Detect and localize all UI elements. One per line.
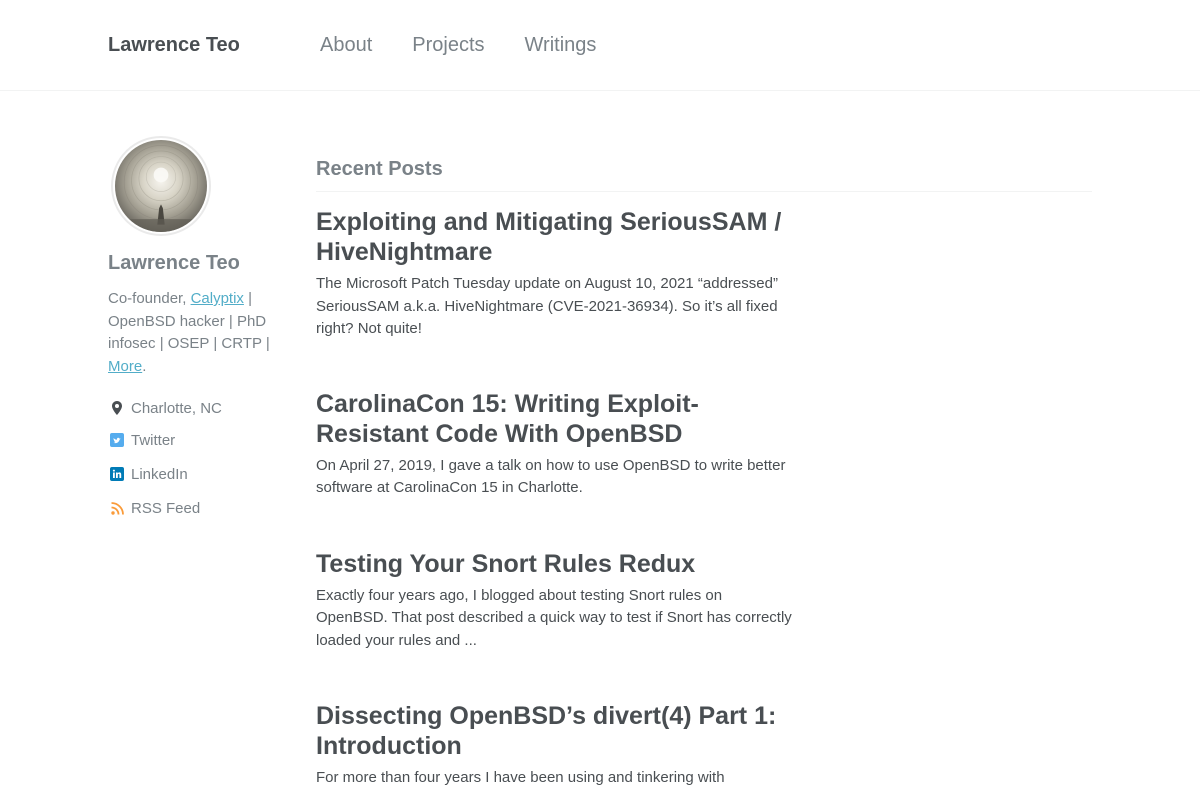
post-title-link[interactable]: Testing Your Snort Rules Redux (316, 550, 695, 578)
post-title: Testing Your Snort Rules Redux (316, 549, 796, 579)
avatar (111, 136, 211, 236)
author-bio: Co-founder, Calyptix | OpenBSD hacker | … (108, 288, 278, 378)
more-link[interactable]: More (108, 358, 142, 375)
rss-feed-link[interactable]: RSS Feed (131, 500, 200, 517)
post-item: Dissecting OpenBSD’s divert(4) Part 1: I… (316, 701, 796, 790)
linkedin-item[interactable]: LinkedIn (108, 464, 278, 484)
twitter-icon (108, 432, 126, 448)
nav-writings[interactable]: Writings (525, 34, 597, 57)
rss-icon (108, 500, 126, 516)
post-excerpt: The Microsoft Patch Tuesday update on Au… (316, 275, 778, 337)
location-item: Charlotte, NC (108, 398, 278, 418)
avatar-image (115, 140, 207, 232)
twitter-link[interactable]: Twitter (131, 432, 175, 449)
post-item: Testing Your Snort Rules Redux Exactly f… (316, 549, 796, 653)
post-title-link[interactable]: Exploiting and Mitigating SeriousSAM / H… (316, 208, 781, 266)
section-title: Recent Posts (316, 158, 1092, 192)
post-title: CarolinaCon 15: Writing Exploit-Resistan… (316, 389, 796, 449)
post-title: Dissecting OpenBSD’s divert(4) Part 1: I… (316, 701, 796, 761)
post-excerpt: On April 27, 2019, I gave a talk on how … (316, 456, 786, 497)
post-title: Exploiting and Mitigating SeriousSAM / H… (316, 207, 796, 267)
author-name: Lawrence Teo (108, 252, 240, 274)
post-title-link[interactable]: CarolinaCon 15: Writing Exploit-Resistan… (316, 390, 699, 448)
location-label: Charlotte, NC (131, 399, 222, 417)
post-excerpt: For more than four years I have been usi… (316, 769, 725, 786)
linkedin-icon (108, 466, 126, 482)
post-item: Exploiting and Mitigating SeriousSAM / H… (316, 207, 796, 341)
nav-projects[interactable]: Projects (412, 34, 484, 57)
post-excerpt: Exactly four years ago, I blogged about … (316, 586, 792, 649)
calyptix-link[interactable]: Calyptix (191, 290, 244, 307)
masthead: Lawrence Teo About Projects Writings (0, 0, 1200, 91)
linkedin-link[interactable]: LinkedIn (131, 466, 188, 483)
site-title[interactable]: Lawrence Teo (108, 34, 240, 57)
author-sidebar: Lawrence Teo Co-founder, Calyptix | Open… (108, 136, 278, 532)
post-item: CarolinaCon 15: Writing Exploit-Resistan… (316, 389, 796, 500)
main-content: Recent Posts Exploiting and Mitigating S… (316, 158, 1092, 790)
bio-prefix: Co-founder, (108, 290, 191, 307)
twitter-item[interactable]: Twitter (108, 430, 278, 450)
nav-about[interactable]: About (320, 34, 372, 57)
map-marker-icon (108, 400, 126, 416)
post-title-link[interactable]: Dissecting OpenBSD’s divert(4) Part 1: I… (316, 702, 776, 760)
rss-item[interactable]: RSS Feed (108, 498, 278, 518)
author-links: Charlotte, NC Twitter LinkedIn RSS Feed (108, 398, 278, 518)
bio-suffix: . (142, 357, 147, 375)
main-nav: About Projects Writings (320, 34, 596, 57)
